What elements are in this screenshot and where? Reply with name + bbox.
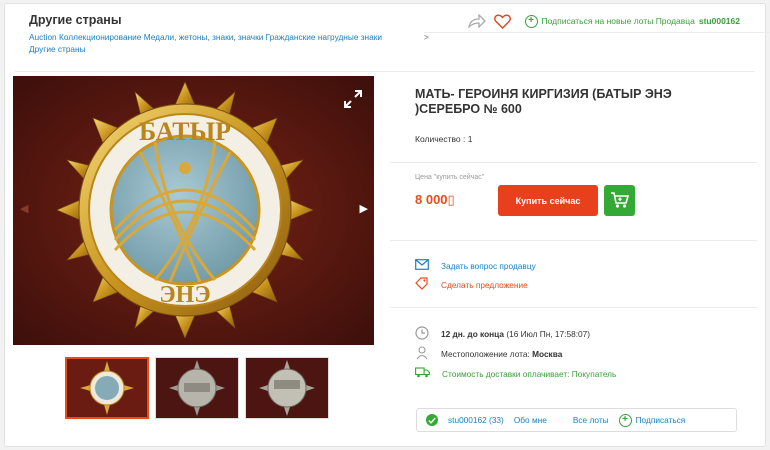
prev-photo-arrow[interactable]: ◀	[20, 202, 28, 215]
subscribe-seller-link[interactable]: + Подписаться на новые лоты Продавца stu…	[524, 14, 740, 28]
divider	[15, 71, 755, 72]
all-lots-link[interactable]: Все лоты	[573, 415, 609, 425]
breadcrumb-auction[interactable]: Auction	[29, 32, 57, 42]
check-icon	[426, 414, 438, 426]
thumbnail-1[interactable]	[65, 357, 149, 419]
thumbnail-3[interactable]	[245, 357, 329, 419]
mail-icon	[415, 259, 429, 272]
shipping: Стоимость доставки оплачивает: Покупател…	[415, 367, 616, 380]
category-title: Другие страны	[29, 13, 122, 27]
quantity: Количество : 1	[415, 134, 473, 144]
plus-circle-icon: +	[524, 14, 538, 28]
share-icon[interactable]	[467, 12, 487, 30]
seller-name-rating[interactable]: stu000162 (33)	[448, 415, 504, 425]
offer-icon	[415, 277, 429, 292]
price: 8 000▯	[415, 192, 455, 208]
heart-icon[interactable]	[493, 12, 513, 30]
subscribe-text: Подписаться на новые лоты Продавца	[541, 16, 695, 26]
currency-glyph: ▯	[447, 192, 455, 207]
lot-title: МАТЬ- ГЕРОИНЯ КИРГИЗИЯ (БАТЫР ЭНЭ )СЕРЕБ…	[415, 87, 672, 116]
ask-seller-label: Задать вопрос продавцу	[441, 260, 536, 271]
location-label: Местоположение лота:	[441, 349, 530, 359]
breadcrumb-collecting[interactable]: Коллекционирование	[59, 32, 141, 42]
truck-icon	[415, 367, 430, 380]
breadcrumb-medals[interactable]: Медали, жетоны, знаки, значки	[144, 32, 264, 42]
location-value: Москва	[532, 349, 563, 359]
next-photo-arrow[interactable]: ▶	[360, 202, 368, 215]
end-date: (16 Июл Пн, 17:58:07)	[506, 329, 590, 339]
main-photo[interactable]: БАТЫР ЭНЭ ◀ ▶	[13, 76, 374, 345]
breadcrumb: Auction > Коллекционирование > Медали, жет…	[29, 32, 770, 55]
breadcrumb-civil-badges[interactable]: Гражданские нагрудные знаки	[266, 32, 382, 42]
time-left: 12 дн. до конца (16 Июл Пн, 17:58:07)	[415, 326, 590, 342]
divider	[390, 162, 757, 163]
location-text: Местоположение лота: Москва	[441, 349, 562, 359]
seller-bar: stu000162 (33) Обо мне Все лоты + Подпис…	[416, 408, 737, 432]
thumbnail-2[interactable]	[155, 357, 239, 419]
expand-icon[interactable]	[344, 90, 362, 110]
add-to-cart-button[interactable]	[604, 185, 635, 216]
about-seller-link[interactable]: Обо мне	[514, 415, 547, 425]
medal-text-top: БАТЫР	[139, 117, 231, 146]
top-actions: + Подписаться на новые лоты Продавца stu…	[467, 12, 740, 30]
make-offer-link[interactable]: Сделать предложение	[415, 277, 528, 292]
plus-circle-icon: +	[618, 413, 632, 427]
cart-icon	[610, 191, 630, 211]
thumbnail-strip	[65, 357, 329, 419]
subscribe-label: Подписаться	[635, 415, 686, 425]
seller-name[interactable]: stu000162	[699, 16, 740, 26]
location: Местоположение лота: Москва	[415, 346, 562, 362]
divider	[390, 240, 757, 241]
time-left-bold: 12 дн. до конца	[441, 329, 505, 339]
ask-seller-link[interactable]: Задать вопрос продавцу	[415, 259, 536, 272]
price-value: 8 000	[415, 192, 448, 207]
breadcrumb-separator: >	[424, 32, 770, 42]
time-left-text: 12 дн. до конца (16 Июл Пн, 17:58:07)	[441, 329, 590, 339]
buy-now-button[interactable]: Купить сейчас	[498, 185, 598, 216]
medal-text-bottom: ЭНЭ	[159, 282, 210, 308]
breadcrumb-other-countries[interactable]: Другие страны	[29, 44, 86, 54]
shipping-text: Стоимость доставки оплачивает: Покупател…	[442, 368, 617, 379]
subscribe-link[interactable]: + Подписаться	[618, 413, 686, 427]
price-label: Цена "купить сейчас"	[415, 174, 485, 181]
location-icon	[415, 346, 429, 362]
clock-icon	[415, 326, 429, 342]
medal-image: БАТЫР ЭНЭ	[13, 76, 374, 345]
make-offer-label: Сделать предложение	[441, 279, 528, 290]
divider	[390, 307, 757, 308]
